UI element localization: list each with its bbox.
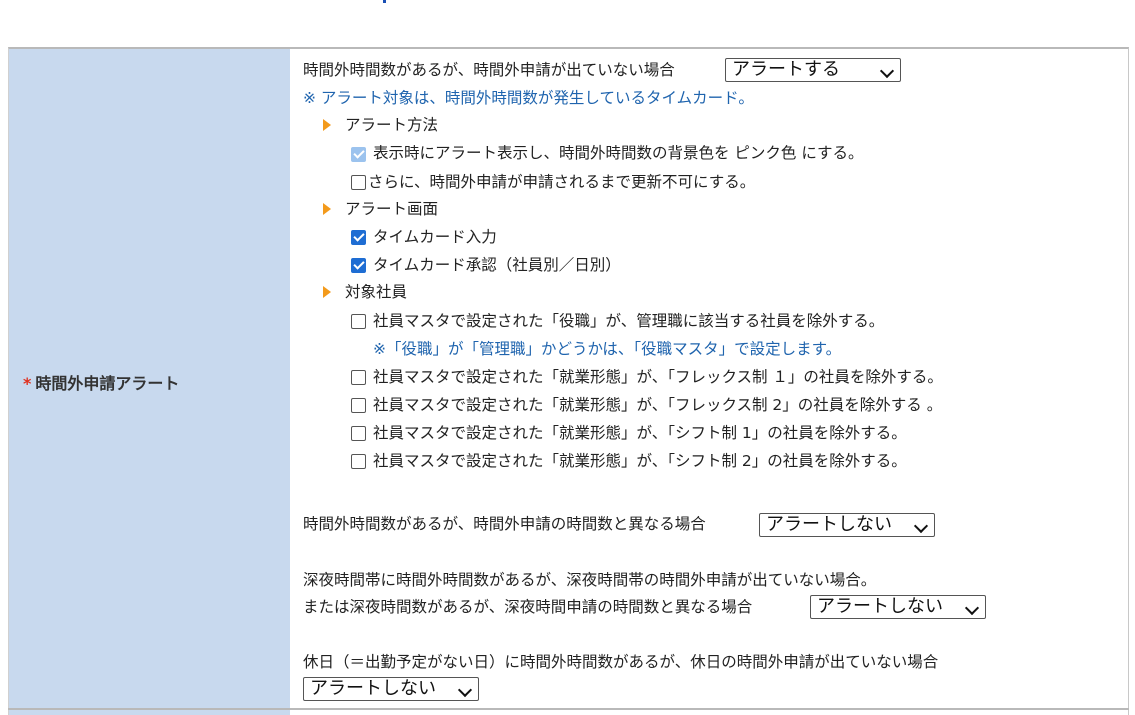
setting1-select[interactable]: アラートする bbox=[725, 58, 901, 82]
triangle-bullet-icon bbox=[323, 119, 331, 131]
method-option-2-checkbox[interactable] bbox=[351, 175, 366, 190]
target-note: ※「役職」が「管理職」かどうかは、「役職マスタ」で設定します。 bbox=[373, 340, 842, 358]
triangle-bullet-icon bbox=[323, 286, 331, 298]
setting4-select-value: アラートしない bbox=[310, 678, 436, 699]
screen-option-2-label: タイムカード承認（社員別／日別） bbox=[373, 256, 621, 274]
setting2-select-value: アラートしない bbox=[766, 514, 892, 535]
method-section-title: アラート方法 bbox=[323, 115, 438, 135]
target-option-4-checkbox[interactable] bbox=[351, 426, 366, 441]
target-option-4-label: 社員マスタで設定された「就業形態」が、「シフト制 1」の社員を除外する。 bbox=[373, 424, 907, 442]
setting3-text-line2: または深夜時間数があるが、深夜時間申請の時間数と異なる場合 bbox=[303, 598, 753, 616]
screen-option-1-label: タイムカード入力 bbox=[373, 228, 497, 246]
target-option-2-checkbox[interactable] bbox=[351, 370, 366, 385]
method-option-1-label: 表示時にアラート表示し、時間外時間数の背景色を ピンク色 にする。 bbox=[373, 144, 864, 162]
target-option-3-label: 社員マスタで設定された「就業形態」が、「フレックス制 2」の社員を除外する 。 bbox=[373, 396, 943, 414]
setting3-text-line1: 深夜時間帯に時間外時間数があるが、深夜時間帯の時間外申請が出ていない場合。 bbox=[303, 571, 877, 589]
method-option-2-label: さらに、時間外申請が申請されるまで更新不可にする。 bbox=[368, 173, 756, 191]
setting2-select[interactable]: アラートしない bbox=[759, 513, 935, 537]
setting4-select[interactable]: アラートしない bbox=[303, 677, 479, 701]
setting3-select[interactable]: アラートしない bbox=[810, 595, 986, 619]
setting2-text: 時間外時間数があるが、時間外申請の時間数と異なる場合 bbox=[303, 515, 706, 533]
target-option-1-label: 社員マスタで設定された「役職」が、管理職に該当する社員を除外する。 bbox=[373, 312, 885, 330]
setting3-select-value: アラートしない bbox=[817, 596, 943, 617]
setting1-note: ※ アラート対象は、時間外時間数が発生しているタイムカード。 bbox=[303, 89, 754, 107]
screen-option-2-checkbox[interactable] bbox=[351, 258, 366, 273]
setting4-text: 休日（＝出勤予定がない日）に時間外時間数があるが、休日の時間外申請が出ていない場… bbox=[303, 653, 939, 671]
target-title: 対象社員 bbox=[345, 283, 408, 301]
settings-content: 時間外時間数があるが、時間外申請が出ていない場合 アラートする ※ アラート対象… bbox=[0, 0, 1135, 715]
target-section-title: 対象社員 bbox=[323, 282, 407, 302]
screen-title: アラート画面 bbox=[345, 200, 439, 218]
screen-section-title: アラート画面 bbox=[323, 199, 438, 219]
method-title: アラート方法 bbox=[345, 116, 439, 134]
target-option-5-label: 社員マスタで設定された「就業形態」が、「シフト制 2」の社員を除外する。 bbox=[373, 452, 907, 470]
target-option-2-label: 社員マスタで設定された「就業形態」が、「フレックス制 １」の社員を除外する。 bbox=[373, 368, 943, 386]
screen-option-1-checkbox[interactable] bbox=[351, 230, 366, 245]
target-option-1-checkbox[interactable] bbox=[351, 314, 366, 329]
chevron-down-icon bbox=[457, 682, 473, 698]
method-option-1-checkbox[interactable] bbox=[351, 147, 366, 162]
chevron-down-icon bbox=[913, 518, 929, 534]
chevron-down-icon bbox=[879, 63, 895, 79]
target-option-5-checkbox[interactable] bbox=[351, 454, 366, 469]
setting1-text: 時間外時間数があるが、時間外申請が出ていない場合 bbox=[303, 61, 675, 79]
setting1-select-value: アラートする bbox=[732, 59, 840, 80]
triangle-bullet-icon bbox=[323, 203, 331, 215]
target-option-3-checkbox[interactable] bbox=[351, 398, 366, 413]
chevron-down-icon bbox=[964, 600, 980, 616]
